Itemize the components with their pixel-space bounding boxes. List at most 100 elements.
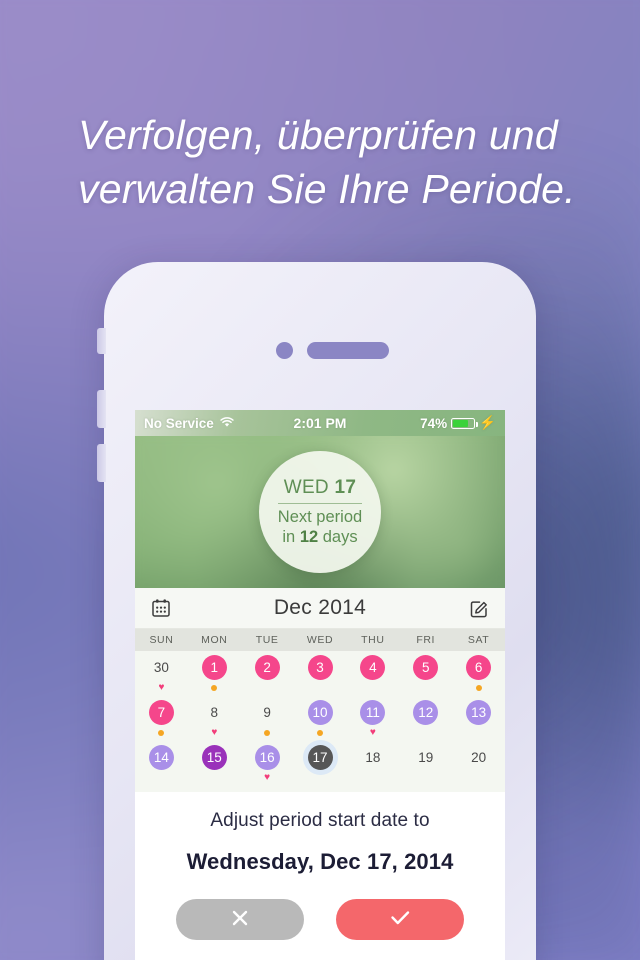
hero-photo-header: WED 17 Next period in 12 days: [135, 436, 505, 588]
day-number: 3: [307, 655, 333, 680]
day-number: 10: [307, 700, 333, 725]
next-period-bubble[interactable]: WED 17 Next period in 12 days: [259, 451, 381, 573]
adjust-period-panel: Adjust period start date to Wednesday, D…: [135, 792, 505, 940]
calendar-month-title: Dec 2014: [273, 596, 367, 619]
note-dot-icon: [476, 683, 482, 692]
calendar-day-cell[interactable]: 30 ♥: [135, 651, 188, 696]
day-number: 6: [466, 655, 492, 680]
day-number: 13: [466, 700, 492, 725]
weekday-sun: SUN: [149, 634, 174, 646]
status-bar-right: 74% ⚡: [420, 415, 496, 431]
calendar-header: Dec 2014: [135, 588, 505, 629]
day-number: 17: [307, 745, 333, 770]
panel-selected-date: Wednesday, Dec 17, 2014: [186, 849, 454, 874]
calendar-day-cell[interactable]: 16 ♥: [241, 741, 294, 786]
love-heart-icon: ♥: [369, 727, 376, 738]
day-number: 2: [254, 655, 280, 680]
day-number: 1: [201, 655, 227, 680]
bubble-caption: Next period: [277, 508, 363, 526]
calendar-day-cell[interactable]: 1: [188, 651, 241, 696]
day-number: 9: [263, 705, 271, 720]
weekday-mon: MON: [201, 634, 228, 646]
calendar-day-cell[interactable]: 13: [452, 696, 505, 741]
headline-line-1: Verfolgen, überprüfen und: [78, 112, 558, 158]
calendar-day-cell[interactable]: 6: [452, 651, 505, 696]
calendar-day-cell[interactable]: 4: [346, 651, 399, 696]
countdown-suffix: days: [318, 528, 358, 546]
day-number: 16: [254, 745, 280, 770]
day-number: 18: [365, 750, 381, 765]
status-bar: No Service 2:01 PM 74% ⚡: [135, 410, 505, 436]
calendar-icon[interactable]: [150, 597, 172, 619]
day-number: 14: [148, 745, 174, 770]
charging-bolt-icon: ⚡: [479, 415, 496, 430]
weekday-tue: TUE: [255, 634, 279, 646]
note-dot-icon: [158, 728, 164, 737]
calendar-day-cell[interactable]: 9: [241, 696, 294, 741]
app-screen: No Service 2:01 PM 74% ⚡ WED 17 Next per…: [135, 410, 505, 960]
panel-actions: [135, 899, 505, 940]
day-number: 11: [360, 700, 386, 725]
calendar-day-cell[interactable]: 5: [399, 651, 452, 696]
day-number: 12: [413, 700, 439, 725]
day-number: 8: [210, 705, 219, 720]
day-number: 15: [201, 745, 227, 770]
calendar-day-cell[interactable]: 19: [399, 741, 452, 786]
close-x-icon: [227, 905, 253, 934]
battery-icon: [451, 417, 478, 429]
calendar-day-cell[interactable]: 7: [135, 696, 188, 741]
weekday-thu: THU: [361, 634, 385, 646]
phone-mockup: No Service 2:01 PM 74% ⚡ WED 17 Next per…: [97, 262, 536, 960]
edit-pencil-icon[interactable]: [468, 597, 490, 619]
weekday-fri: FRI: [416, 634, 436, 646]
confirm-button[interactable]: [336, 899, 464, 940]
bubble-weekday: WED: [283, 477, 335, 498]
day-number: 4: [360, 655, 386, 680]
day-number: 19: [418, 750, 434, 765]
bubble-day-number: 17: [334, 477, 357, 498]
calendar-day-grid: 30 ♥ 1 2 3 4 5 6 7 8 ♥ 9 10 11 ♥ 12 13 14 15 16 ♥ 17 18 19 20: [135, 651, 505, 792]
bubble-divider: [278, 503, 362, 504]
calendar-day-cell[interactable]: 10: [294, 696, 347, 741]
day-number: 7: [148, 700, 174, 725]
marketing-headline: Verfolgen, überprüfen und verwalten Sie …: [78, 108, 578, 216]
calendar-day-cell[interactable]: 20: [452, 741, 505, 786]
day-number: 5: [413, 655, 439, 680]
bubble-date: WED 17: [284, 477, 357, 499]
headline-line-2: verwalten Sie Ihre Periode.: [78, 166, 576, 212]
love-heart-icon: ♥: [264, 772, 271, 783]
volume-down-button[interactable]: [97, 444, 106, 482]
phone-top-bezel: [104, 262, 536, 410]
calendar-day-cell[interactable]: 11 ♥: [346, 696, 399, 741]
calendar-day-cell[interactable]: 14: [135, 741, 188, 786]
day-number: 30: [153, 660, 169, 675]
day-number: 20: [471, 750, 487, 765]
bubble-countdown: in 12 days: [282, 527, 357, 547]
note-dot-icon: [317, 728, 323, 737]
calendar-week-row: 30 ♥ 1 2 3 4 5 6: [135, 651, 505, 696]
calendar-day-cell[interactable]: 3: [294, 651, 347, 696]
camera-icon: [276, 342, 293, 359]
countdown-prefix: in: [282, 528, 300, 546]
weekday-wed: WED: [306, 634, 334, 646]
panel-prompt: Adjust period start date to: [210, 810, 430, 831]
calendar-day-cell[interactable]: 15: [188, 741, 241, 786]
battery-percent-label: 74%: [420, 415, 448, 431]
calendar-day-cell[interactable]: 12: [399, 696, 452, 741]
countdown-days: 12: [299, 528, 319, 546]
love-heart-icon: ♥: [158, 682, 165, 693]
note-dot-icon: [211, 683, 217, 692]
calendar-week-row: 7 8 ♥ 9 10 11 ♥ 12 13: [135, 696, 505, 741]
calendar-day-cell[interactable]: 2: [241, 651, 294, 696]
love-heart-icon: ♥: [211, 727, 218, 738]
weekday-sat: SAT: [467, 634, 490, 646]
calendar-week-row: 14 15 16 ♥ 17 18 19 20: [135, 741, 505, 786]
calendar-weekday-row: SUN MON TUE WED THU FRI SAT: [135, 629, 505, 651]
speaker-grille-icon: [307, 342, 389, 359]
checkmark-icon: [386, 904, 414, 935]
calendar-day-cell[interactable]: 8 ♥: [188, 696, 241, 741]
cancel-button[interactable]: [176, 899, 304, 940]
note-dot-icon: [264, 728, 270, 737]
calendar-day-cell[interactable]: 18: [346, 741, 399, 786]
calendar-day-cell[interactable]: 17: [294, 741, 347, 786]
